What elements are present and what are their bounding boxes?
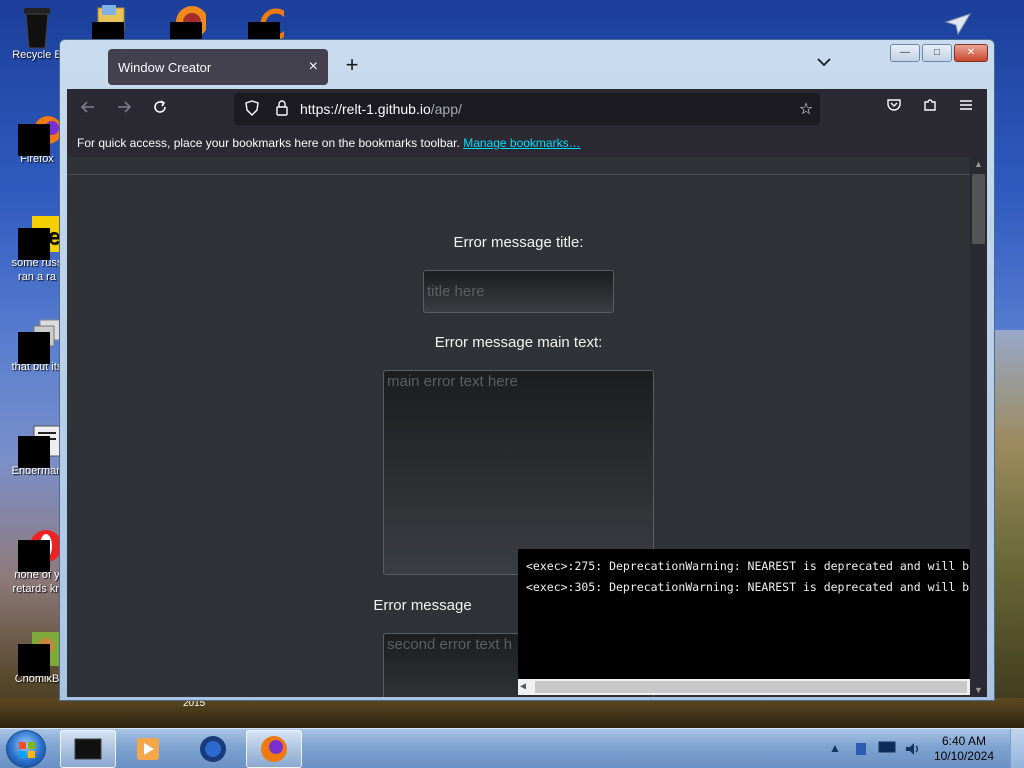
desktop-icon-folder[interactable] xyxy=(92,4,128,40)
puzzle-icon xyxy=(924,99,936,111)
title-field-label: Error message title: xyxy=(453,234,584,251)
device-icon[interactable] xyxy=(851,741,871,757)
system-clock[interactable]: 6:40 AM 10/10/2024 xyxy=(934,734,994,764)
taskbar-item-console[interactable] xyxy=(60,730,116,768)
hamster-icon xyxy=(18,630,60,676)
taskbar-item-globe-app[interactable] xyxy=(185,730,241,768)
scroll-down-arrow-icon[interactable]: ▼ xyxy=(970,683,987,697)
navigation-toolbar: https://relt-1.github.io/app/ ☆ xyxy=(67,89,987,129)
start-button[interactable] xyxy=(6,730,46,768)
url-text[interactable]: https://relt-1.github.io/app/ xyxy=(300,101,792,117)
bookmarks-hint: For quick access, place your bookmarks h… xyxy=(77,136,460,150)
reload-icon xyxy=(154,100,166,113)
close-button[interactable]: ✕ xyxy=(954,44,988,62)
paper-plane-icon[interactable] xyxy=(944,12,972,36)
extensions-button[interactable] xyxy=(915,94,945,124)
page-scrollbar[interactable]: ▲ ▼ xyxy=(970,157,987,697)
firefox-icon xyxy=(18,110,62,156)
divider xyxy=(67,174,970,175)
recycle-bin-icon xyxy=(18,6,56,49)
url-domain: https://relt-1.github.io xyxy=(300,101,431,117)
bookmarks-toolbar: For quick access, place your bookmarks h… xyxy=(67,129,987,157)
new-tab-button[interactable]: + xyxy=(340,54,364,78)
text-file-icon xyxy=(18,422,61,468)
taskbar-item-firefox[interactable] xyxy=(246,730,302,768)
wallpaper-landscape xyxy=(990,330,1024,710)
url-bar[interactable]: https://relt-1.github.io/app/ ☆ xyxy=(234,93,820,125)
arrow-left-icon xyxy=(80,101,94,113)
taskbar: ▲ 6:40 AM 10/10/2024 xyxy=(0,728,1024,768)
back-button[interactable] xyxy=(73,94,103,124)
scrollbar-thumb[interactable] xyxy=(972,174,985,244)
shield-icon[interactable] xyxy=(240,99,264,119)
forward-button[interactable] xyxy=(109,94,139,124)
monitor-icon[interactable] xyxy=(877,741,897,757)
scroll-up-arrow-icon[interactable]: ▲ xyxy=(970,157,987,171)
reload-button[interactable] xyxy=(145,94,175,124)
bookmark-star-icon[interactable]: ☆ xyxy=(792,99,820,119)
window-controls: — □ ✕ xyxy=(890,44,988,62)
pocket-button[interactable] xyxy=(879,94,909,124)
console-window: <exec>:275: DeprecationWarning: NEAREST … xyxy=(518,549,970,695)
firefox-icon xyxy=(261,736,287,762)
taskbar-item-media-player[interactable] xyxy=(120,730,176,768)
wallpaper-ground: 2015 xyxy=(0,698,1024,728)
console-line: <exec>:275: DeprecationWarning: NEAREST … xyxy=(526,559,970,573)
opera-icon xyxy=(18,526,62,572)
manage-bookmarks-link[interactable]: Manage bookmarks… xyxy=(463,136,580,150)
show-desktop-button[interactable] xyxy=(1010,729,1024,768)
maximize-button[interactable]: □ xyxy=(922,44,952,62)
console-horizontal-scrollbar[interactable]: ◀ xyxy=(518,679,970,695)
minimize-button[interactable]: — xyxy=(890,44,920,62)
console-scrollbar-thumb[interactable] xyxy=(535,681,967,693)
tab-window-creator[interactable]: Window Creator × xyxy=(108,49,328,85)
tab-strip: Window Creator × + — □ ✕ xyxy=(60,40,994,89)
toolbar-right xyxy=(879,94,981,124)
desktop-icon-browser-top[interactable] xyxy=(170,4,208,40)
chevron-down-icon xyxy=(817,58,831,67)
arrow-right-icon xyxy=(118,101,132,113)
system-tray: ▲ 6:40 AM 10/10/2024 xyxy=(822,729,1024,768)
pocket-icon xyxy=(887,99,901,111)
speaker-icon[interactable] xyxy=(903,741,923,757)
windows-logo-icon xyxy=(19,742,35,758)
title-input[interactable] xyxy=(423,270,614,313)
main-text-textarea[interactable] xyxy=(383,370,654,575)
clock-date: 10/10/2024 xyxy=(933,749,994,763)
list-tabs-button[interactable] xyxy=(817,54,831,70)
chevron-up-icon[interactable]: ▲ xyxy=(825,741,845,757)
scroll-left-arrow-icon[interactable]: ◀ xyxy=(520,679,526,695)
hamburger-menu-icon xyxy=(960,100,972,110)
url-path: /app/ xyxy=(430,101,462,117)
globe-icon xyxy=(200,736,226,762)
desktop-icon-app-top[interactable] xyxy=(248,4,292,40)
lock-icon[interactable] xyxy=(270,99,294,119)
tab-close-icon[interactable]: × xyxy=(309,58,318,76)
window-stack-icon xyxy=(18,318,61,364)
console-output: <exec>:275: DeprecationWarning: NEAREST … xyxy=(518,549,970,598)
console-app-icon xyxy=(74,738,102,760)
menu-button[interactable] xyxy=(951,94,981,124)
console-line: <exec>:305: DeprecationWarning: NEAREST … xyxy=(526,580,970,594)
main-text-field-label: Error message main text: xyxy=(434,334,603,351)
media-player-icon xyxy=(137,738,159,760)
tab-title: Window Creator xyxy=(118,59,212,75)
clock-time: 6:40 AM xyxy=(941,734,986,748)
document-icon: e xyxy=(18,214,60,260)
